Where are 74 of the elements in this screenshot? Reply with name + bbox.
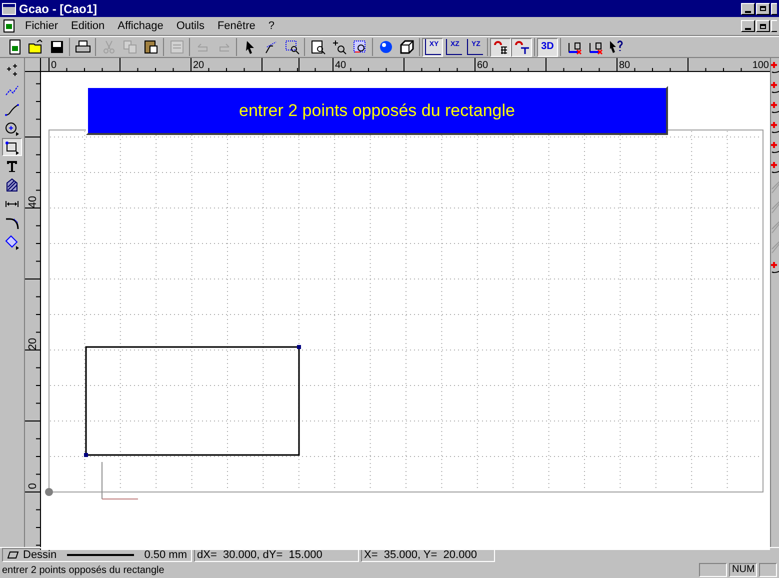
status-panel [699,563,727,577]
menu-item[interactable]: ? [262,18,280,34]
line-width-text: 0.50 mm [144,548,187,563]
prompt-text: entrer 2 points opposés du rectangle [239,100,515,122]
drawing-area[interactable]: entrer 2 points opposés du rectangle [40,72,770,550]
line-icon [771,180,779,194]
axis-indicator [101,462,138,500]
sphere-icon [378,39,394,55]
menu-item[interactable]: Affichage [112,18,170,34]
snap-icon [771,120,779,134]
minimize-button[interactable] [741,20,755,32]
points-icon [4,63,20,79]
ruler-label: 40 [334,60,346,71]
text-tool-icon [4,158,20,174]
status-panel [759,563,777,577]
toolbar-button[interactable] [490,38,511,56]
delta-panel: dX= 30.000, dY= 15.000 [194,548,359,562]
hatch-icon [4,177,20,193]
snap-icon [771,80,779,94]
view-label: 3D [541,42,554,52]
scissors-icon [100,39,116,55]
arc-pointer-icon [262,39,278,55]
origin-point [44,488,53,496]
curve-icon [4,101,20,117]
ruler-label: 20 [192,60,204,71]
new-document-icon [6,39,22,55]
snap-icon [771,100,779,114]
line-icon [771,240,779,254]
zoom-page-icon [310,39,326,55]
copy-icon [122,39,138,55]
line-icon [771,220,779,234]
window-title: Gcao - [Cao1] [19,0,98,18]
folder-icon [28,39,44,55]
magnet-grid-icon [492,39,508,55]
window-icon [168,39,184,55]
drawing-tool-button[interactable] [2,138,22,156]
ruler-label: 0 [50,60,57,71]
zoom-in-icon [330,39,346,55]
ruler-label: 100 [752,60,769,71]
status-message: entrer 2 points opposés du rectangle [2,564,166,578]
snap-icon [771,260,779,274]
ruler-label: 80 [618,60,630,71]
menu-item[interactable]: Fenêtre [211,18,262,34]
snap-icon [771,140,779,154]
zoom-window-icon [284,39,300,55]
ruler-label: 20 [27,338,39,350]
line-sample [66,554,134,556]
mode-text: Dessin [23,548,57,563]
help-pointer-icon [608,39,624,55]
rectangle-icon [4,139,20,155]
minimize-button[interactable] [741,2,755,14]
clipboard-icon [142,39,158,55]
menu-item[interactable]: Fichier [19,18,64,34]
snap-icon [771,160,779,174]
toolbar-button[interactable]: 3D [537,38,558,56]
ruler-label: 60 [476,60,488,71]
parallelogram-icon [7,551,19,559]
magnet-ortho-icon [514,39,530,55]
line-icon [771,200,779,214]
restore-button[interactable] [756,2,770,14]
menu-item[interactable]: Edition [65,18,111,34]
printer-icon [74,39,90,55]
drawn-rectangle[interactable] [84,345,301,457]
cube-icon [398,39,414,55]
ruler-label: 40 [27,196,39,208]
menu-item[interactable]: Outils [170,18,210,34]
zoom-all-icon [352,39,368,55]
position-panel: X= 35.000, Y= 20.000 [361,548,495,562]
circle-icon [4,120,20,136]
toolbar-button[interactable] [511,38,532,56]
fill-icon [4,234,20,250]
restore-button[interactable] [756,20,770,32]
status-indicator: NUM [729,563,757,577]
ruler-label: 0 [27,482,39,490]
